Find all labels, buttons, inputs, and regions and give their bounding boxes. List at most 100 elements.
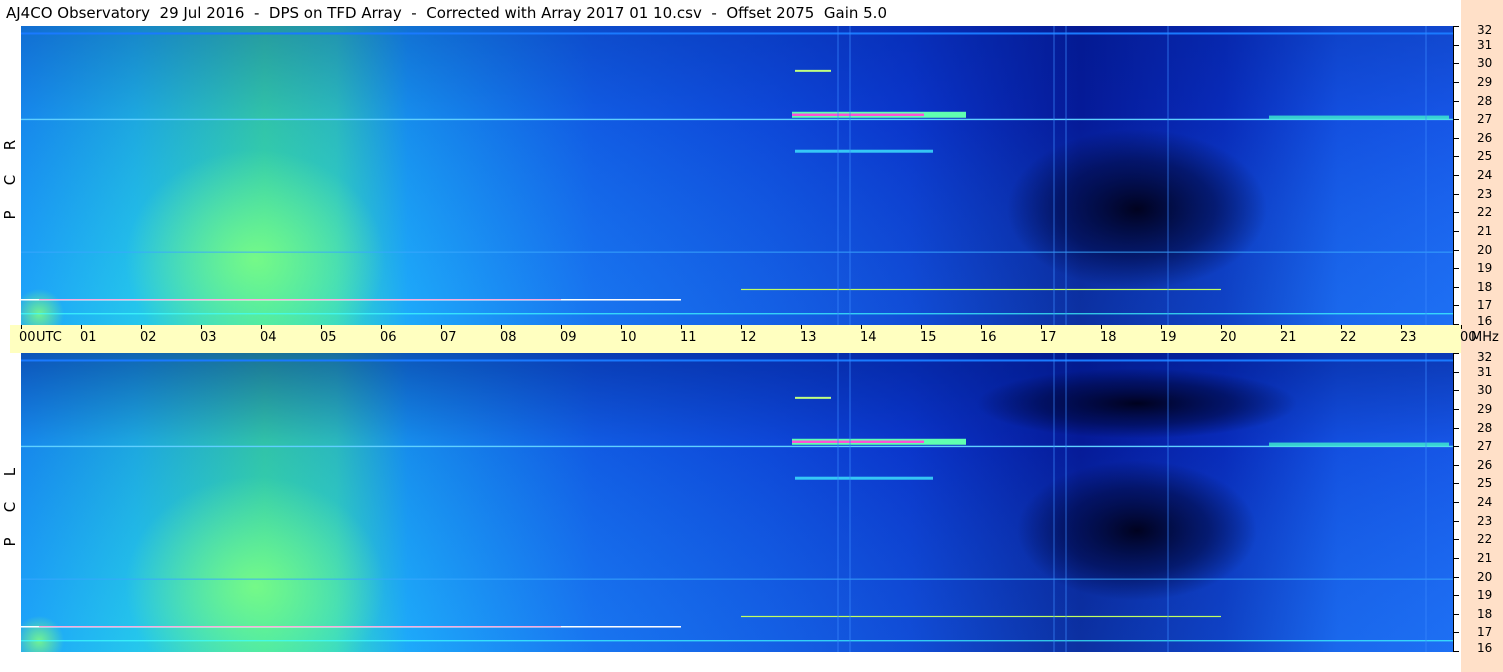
- panel-label-letter: C: [1, 174, 19, 186]
- frequency-tick: [1453, 614, 1459, 615]
- interference-line: [21, 313, 1453, 315]
- hour-tick-label: 20: [1220, 330, 1237, 345]
- hour-tick: [1041, 325, 1042, 329]
- hour-tick: [621, 325, 622, 329]
- frequency-tick-label: 22: [1477, 532, 1493, 546]
- frequency-tick-label: 17: [1477, 625, 1493, 639]
- hour-tick-label: 12: [740, 330, 757, 345]
- hour-tick: [381, 325, 382, 329]
- hour-tick: [921, 325, 922, 329]
- frequency-tick-label: 27: [1477, 439, 1493, 453]
- frequency-tick-label: 24: [1477, 168, 1493, 182]
- chart-title: AJ4CO Observatory 29 Jul 2016 - DPS on T…: [6, 4, 887, 22]
- frequency-tick: [1453, 101, 1459, 102]
- frequency-tick: [1453, 558, 1459, 559]
- hour-tick: [1281, 325, 1282, 329]
- frequency-tick: [1453, 632, 1459, 633]
- frequency-tick: [1453, 175, 1459, 176]
- frequency-tick: [1453, 446, 1459, 447]
- hour-tick: [981, 325, 982, 329]
- frequency-tick: [1453, 63, 1459, 64]
- panel-label-letter: R: [1, 139, 19, 151]
- broadband-streak: [849, 353, 851, 652]
- low-signal-region: [1007, 129, 1267, 290]
- frequency-tick-label: 31: [1477, 365, 1493, 379]
- hour-tick-label: 09: [560, 330, 577, 345]
- frequency-tick: [1453, 45, 1459, 46]
- frequency-tick-label: 26: [1477, 458, 1493, 472]
- frequency-tick-label: 26: [1477, 131, 1493, 145]
- frequency-tick: [1453, 156, 1459, 157]
- frequency-tick-label: 23: [1477, 187, 1493, 201]
- frequency-tick-label: 32: [1477, 350, 1493, 364]
- frequency-tick-label: 30: [1477, 56, 1493, 70]
- band-signal: [795, 69, 831, 72]
- hour-tick-label: 07: [440, 330, 457, 345]
- frequency-tick: [1453, 651, 1459, 652]
- hour-tick-label: 21: [1280, 330, 1297, 345]
- panel-label-letter: L: [1, 467, 19, 477]
- frequency-tick-label: 17: [1477, 298, 1493, 312]
- hour-tick: [501, 325, 502, 329]
- frequency-tick-label: 21: [1477, 224, 1493, 238]
- frequency-tick-label: 19: [1477, 261, 1493, 275]
- frequency-tick: [1453, 26, 1459, 27]
- frequency-tick-label: 18: [1477, 280, 1493, 294]
- hour-tick: [801, 325, 802, 329]
- mhz-unit-label: MHz: [1471, 330, 1499, 345]
- broadband-streak: [1425, 353, 1427, 652]
- frequency-tick: [1453, 428, 1459, 429]
- hour-tick: [861, 325, 862, 329]
- frequency-tick-label: 29: [1477, 75, 1493, 89]
- broadband-streak: [1065, 26, 1067, 325]
- interference-line: [21, 445, 1453, 448]
- utc-time-axis: 00 UTC 01 02 03 04 05 06 07 08 09 10 11 12 13 14 15 16 17 1…: [10, 325, 1499, 353]
- interference-line: [39, 626, 561, 628]
- lcp-spectrogram-panel: [21, 353, 1453, 652]
- cb-band-signal: [1269, 115, 1449, 120]
- band-signal: [795, 396, 831, 399]
- cb-band-peak: [792, 440, 924, 443]
- frequency-tick: [1453, 119, 1459, 120]
- hour-tick: [441, 325, 442, 329]
- frequency-tick: [1453, 231, 1459, 232]
- hour-tick-label: 06: [380, 330, 397, 345]
- interference-line: [741, 288, 1221, 291]
- rcp-panel-label: R C P: [1, 26, 19, 325]
- frequency-tick: [1453, 82, 1459, 83]
- broadband-streak: [1065, 353, 1067, 652]
- interference-line: [21, 32, 1453, 35]
- frequency-tick: [1453, 250, 1459, 251]
- broadband-streak: [849, 26, 851, 325]
- hour-tick-label: 01: [80, 330, 97, 345]
- frequency-tick: [1453, 287, 1459, 288]
- hour-tick: [1101, 325, 1102, 329]
- hour-tick: [561, 325, 562, 329]
- hour-tick-label: 10: [620, 330, 637, 345]
- low-signal-region: [977, 368, 1297, 439]
- hour-tick: [681, 325, 682, 329]
- broadband-streak: [1167, 26, 1169, 325]
- frequency-tick-label: 28: [1477, 94, 1493, 108]
- frequency-tick: [1453, 390, 1459, 391]
- interference-line: [21, 578, 1453, 580]
- hour-tick: [141, 325, 142, 329]
- frequency-tick: [1453, 305, 1459, 306]
- hour-tick: [1161, 325, 1162, 329]
- frequency-tick: [1453, 502, 1459, 503]
- broadband-streak: [837, 353, 839, 652]
- frequency-tick: [1453, 409, 1459, 410]
- broadband-streak: [837, 26, 839, 325]
- hour-tick-label: 14: [860, 330, 877, 345]
- rcp-frequency-axis: 32 31 30 29 28 27 26 25 24 23 22 21 20 19 18 17 16: [1453, 24, 1503, 327]
- cb-band-peak: [792, 113, 924, 116]
- frequency-tick-label: 20: [1477, 243, 1493, 257]
- frequency-tick: [1453, 595, 1459, 596]
- panel-label-letter: P: [1, 537, 19, 547]
- frequency-tick-label: 25: [1477, 149, 1493, 163]
- hour-tick-label: 17: [1040, 330, 1057, 345]
- broadband-streak: [1053, 353, 1055, 652]
- interference-line: [21, 251, 1453, 253]
- hour-tick: [1341, 325, 1342, 329]
- frequency-tick: [1453, 372, 1459, 373]
